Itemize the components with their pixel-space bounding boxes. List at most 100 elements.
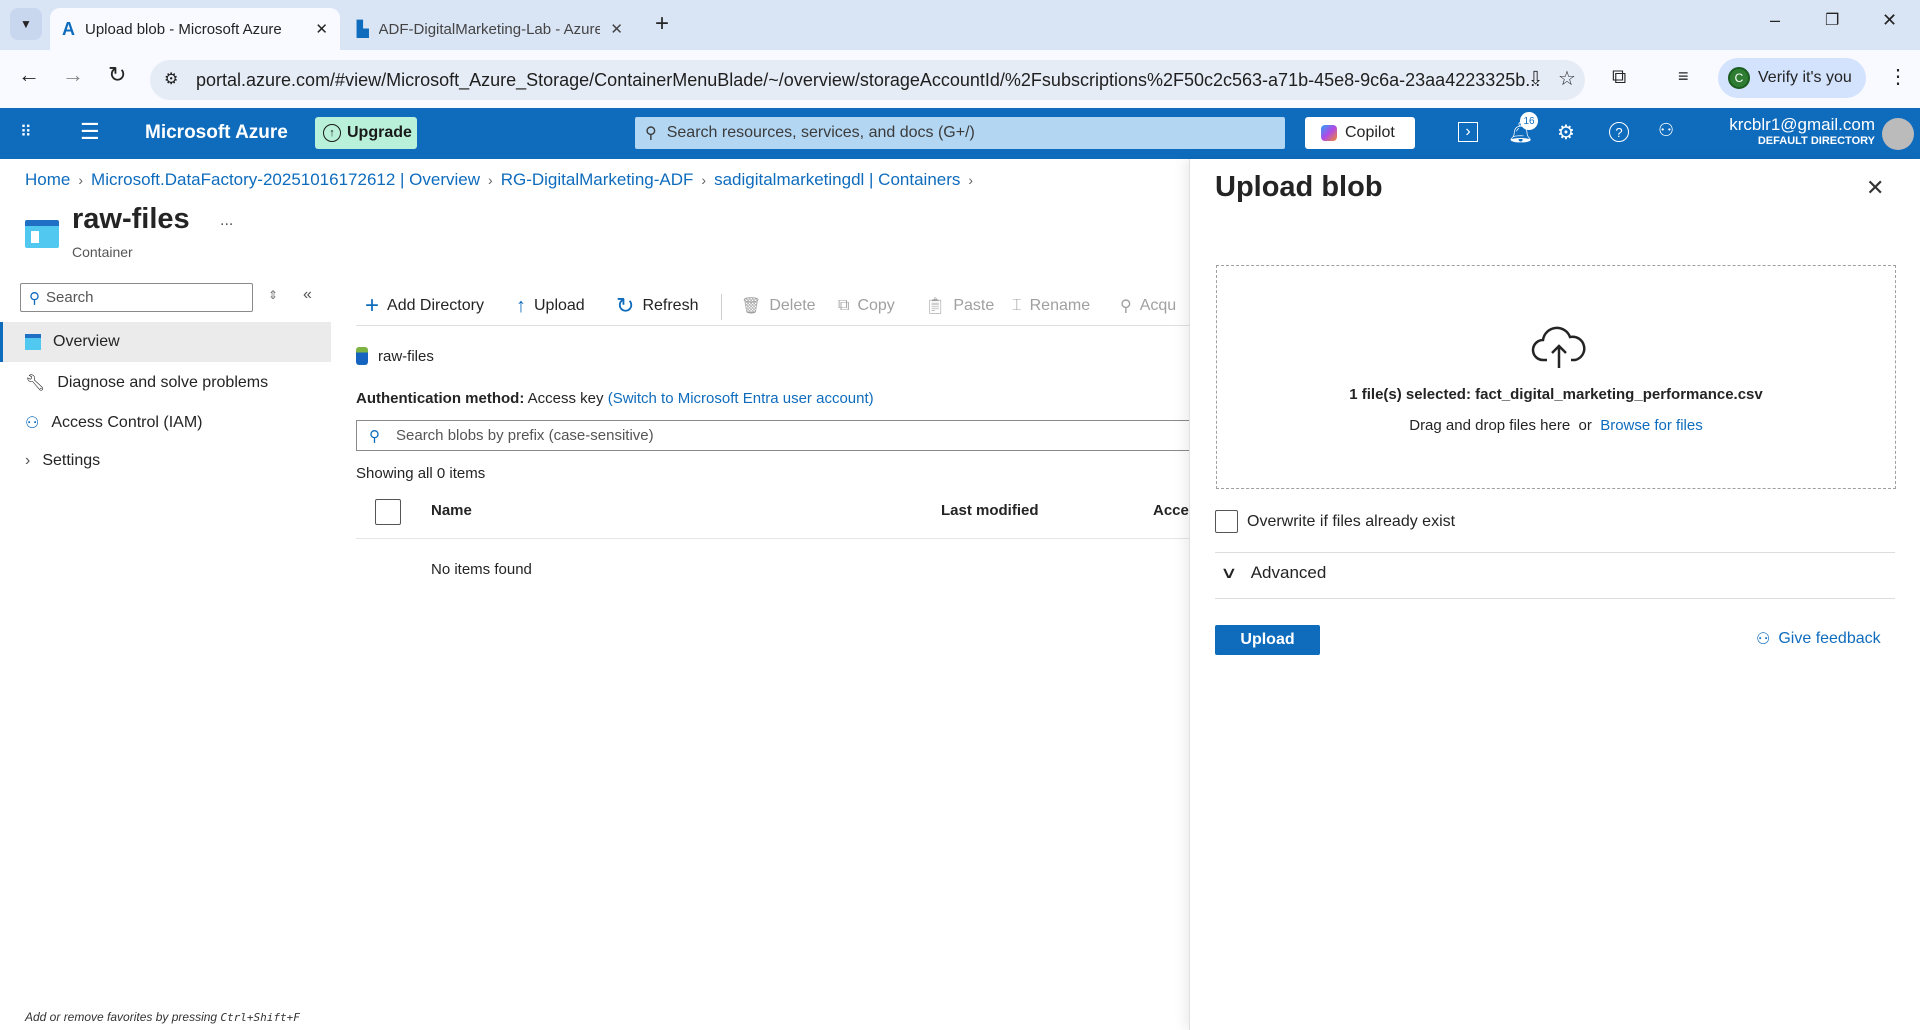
wrench-icon: 🔧︎ (25, 375, 46, 392)
cloud-shell-icon[interactable]: › (1458, 122, 1478, 142)
give-feedback-link[interactable]: ⚇ Give feedback (1756, 629, 1881, 649)
collapse-sidebar-icon[interactable]: « (303, 286, 312, 304)
rename-button[interactable]: ⌶ Rename (1012, 292, 1090, 320)
sidebar-item-label: Overview (53, 333, 120, 350)
search-icon: ⚲ (29, 289, 40, 307)
new-tab-button[interactable]: + (655, 10, 669, 38)
sort-icon[interactable]: ⇕ (268, 288, 278, 302)
copy-button[interactable]: ⧉ Copy (838, 292, 895, 320)
sidebar-search-input[interactable]: ⚲ Search (20, 283, 253, 312)
close-window-button[interactable]: ✕ (1882, 10, 1897, 31)
minimize-button[interactable]: – (1770, 10, 1780, 31)
sidebar-item-iam[interactable]: ⚇ Access Control (IAM) (0, 403, 331, 443)
column-header-name[interactable]: Name (431, 502, 472, 519)
column-header-last-modified[interactable]: Last modified (941, 502, 1039, 519)
forward-button[interactable]: → (62, 62, 84, 88)
favorites-hint-keys: Ctrl+Shift+F (220, 1011, 300, 1024)
paste-icon: 📋︎ (925, 298, 946, 315)
page-title: raw-files (72, 203, 190, 235)
extensions-icon[interactable]: ⧉ (1612, 66, 1626, 89)
sidebar-item-label: Access Control (IAM) (51, 414, 203, 431)
auth-value: Access key (527, 390, 604, 407)
reload-button[interactable]: ↻ (108, 62, 126, 88)
select-all-checkbox[interactable] (375, 499, 401, 525)
toolbar-label: Paste (953, 297, 995, 314)
user-email: krcblr1@gmail.com (1729, 115, 1875, 134)
more-options-button[interactable]: ... (220, 212, 233, 230)
avatar: C (1728, 67, 1750, 89)
refresh-icon: ↻ (616, 293, 635, 318)
overwrite-checkbox[interactable] (1215, 510, 1238, 533)
close-tab-icon[interactable]: ✕ (610, 20, 623, 38)
auth-method: Authentication method: Access key (Switc… (356, 390, 874, 407)
account-menu[interactable]: krcblr1@gmail.com DEFAULT DIRECTORY (1700, 115, 1875, 147)
back-button[interactable]: ← (18, 62, 40, 88)
breadcrumb-home[interactable]: Home (25, 170, 70, 190)
site-settings-icon[interactable]: ⚙ (164, 69, 178, 89)
media-control-icon[interactable]: ≡ (1678, 66, 1689, 87)
tab-upload-blob[interactable]: A Upload blob - Microsoft Azure ✕ (50, 8, 340, 50)
switch-auth-link[interactable]: (Switch to Microsoft Entra user account) (608, 390, 874, 407)
chevron-right-icon: › (488, 172, 493, 188)
page-subtitle: Container (72, 244, 133, 260)
user-avatar[interactable] (1882, 118, 1914, 150)
bookmark-star-icon[interactable]: ☆ (1558, 66, 1576, 91)
acquire-lease-button[interactable]: ⚲ Acqu (1120, 292, 1176, 320)
search-icon: ⚲ (645, 125, 657, 142)
toolbar-label: Copy (857, 297, 895, 314)
divider (1215, 598, 1895, 599)
upload-submit-button[interactable]: Upload (1215, 625, 1320, 655)
paste-button[interactable]: 📋︎ Paste (925, 292, 994, 320)
upload-button[interactable]: ↑ Upload (516, 292, 585, 320)
profile-button[interactable]: C Verify it's you (1718, 58, 1866, 98)
panel-title: Upload blob (1215, 171, 1383, 203)
toolbar-label: Rename (1029, 297, 1091, 314)
column-header-access-tier[interactable]: Acce (1153, 502, 1189, 519)
portal-menu-icon[interactable]: ☰ (80, 119, 100, 145)
directory-name: DEFAULT DIRECTORY (1757, 135, 1875, 147)
breadcrumb-data-factory[interactable]: Microsoft.DataFactory-20251016172612 | O… (91, 170, 480, 190)
toolbar-label: Upload (534, 297, 585, 314)
upgrade-button[interactable]: ↑ Upgrade (315, 117, 417, 149)
file-drop-zone[interactable]: 1 file(s) selected: fact_digital_marketi… (1216, 265, 1896, 489)
address-bar[interactable]: ⚙ portal.azure.com/#view/Microsoft_Azure… (150, 60, 1585, 100)
apps-grid-icon[interactable]: ⠿ (20, 122, 32, 142)
install-icon[interactable]: ⇩ (1528, 68, 1543, 89)
overwrite-label[interactable]: Overwrite if files already exist (1247, 513, 1455, 531)
tab-list-button[interactable]: ▼ (10, 8, 42, 40)
copilot-button[interactable]: Copilot (1305, 117, 1415, 149)
feedback-icon: ⚇ (1756, 631, 1771, 648)
breadcrumb-containers[interactable]: sadigitalmarketingdl | Containers (714, 170, 960, 190)
feedback-icon[interactable]: ⚇ (1658, 120, 1674, 141)
browse-files-link[interactable]: Browse for files (1600, 417, 1703, 434)
global-search-input[interactable]: ⚲ Search resources, services, and docs (… (635, 117, 1285, 149)
toolbar-label: Refresh (642, 297, 699, 314)
tab-adf[interactable]: ▙ ADF-DigitalMarketing-Lab - Azure ✕ (345, 8, 635, 50)
advanced-section-toggle[interactable]: ∨ Advanced (1220, 563, 1326, 583)
drag-drop-line: Drag and drop files here or Browse for f… (1217, 417, 1895, 434)
search-placeholder: Search resources, services, and docs (G+… (666, 124, 975, 141)
url-text: portal.azure.com/#view/Microsoft_Azure_S… (196, 69, 1541, 90)
chevron-right-icon: › (968, 172, 974, 188)
add-directory-button[interactable]: + Add Directory (365, 292, 484, 320)
auth-label: Authentication method: (356, 390, 525, 407)
data-factory-icon: ▙ (357, 21, 369, 38)
settings-icon[interactable]: ⚙ (1557, 120, 1575, 145)
azure-brand[interactable]: Microsoft Azure (145, 122, 288, 144)
close-tab-icon[interactable]: ✕ (315, 20, 328, 38)
notification-badge: 16 (1520, 112, 1538, 130)
browser-menu-icon[interactable]: ⋮ (1888, 64, 1908, 89)
refresh-button[interactable]: ↻ Refresh (616, 292, 698, 320)
restore-button[interactable]: ❐ (1825, 10, 1839, 30)
close-icon[interactable]: ✕ (1866, 175, 1884, 201)
blob-search-input[interactable]: ⚲ Search blobs by prefix (case-sensitive… (356, 420, 1196, 451)
breadcrumb-resource-group[interactable]: RG-DigitalMarketing-ADF (501, 170, 694, 190)
path-label: raw-files (378, 347, 434, 365)
sidebar-item-settings[interactable]: › Settings (0, 441, 331, 481)
overview-icon (25, 334, 41, 350)
help-icon[interactable]: ? (1609, 122, 1629, 142)
delete-button[interactable]: 🗑︎ Delete (741, 292, 816, 320)
sidebar-item-overview[interactable]: Overview (0, 322, 331, 362)
sidebar-item-diagnose[interactable]: 🔧︎ Diagnose and solve problems (0, 363, 331, 403)
search-icon: ⚲ (369, 427, 380, 445)
